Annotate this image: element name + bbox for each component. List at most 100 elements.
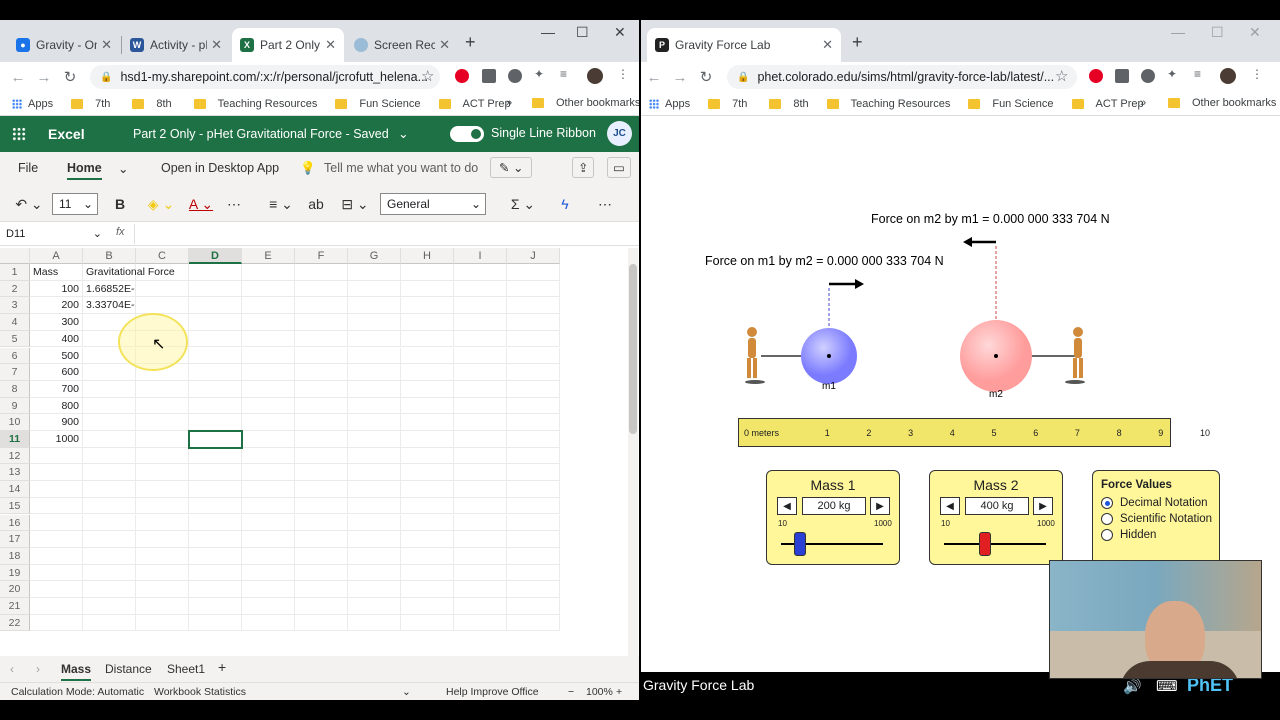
column-header-d[interactable]: D (189, 248, 242, 264)
cell[interactable]: 1000 (30, 431, 83, 448)
cell[interactable] (136, 581, 189, 598)
cell[interactable] (295, 514, 348, 532)
cell[interactable] (189, 497, 242, 515)
row-header[interactable]: 5 (0, 330, 30, 348)
close-icon[interactable]: ✕ (101, 37, 112, 53)
bookmark-folder[interactable]: Teaching Resources (826, 98, 950, 110)
cell[interactable] (242, 330, 295, 348)
cell[interactable] (242, 314, 295, 331)
zoom-out-icon[interactable]: − (568, 686, 574, 698)
back-icon[interactable]: ← (5, 69, 31, 86)
cell[interactable] (454, 464, 507, 482)
cell[interactable] (507, 380, 560, 398)
cell[interactable] (507, 280, 560, 298)
cell[interactable] (242, 531, 295, 548)
zoom-in-icon[interactable]: + (616, 686, 622, 698)
row-header[interactable]: 8 (0, 380, 30, 398)
cell[interactable] (348, 264, 401, 281)
cell[interactable] (242, 514, 295, 532)
cell[interactable] (507, 581, 560, 598)
cell[interactable] (507, 264, 560, 281)
forward-icon[interactable]: → (31, 69, 57, 86)
cell[interactable] (189, 380, 242, 398)
number-format-select[interactable]: General ⌄ (380, 193, 486, 215)
name-box[interactable]: D11 ⌄ (4, 225, 104, 243)
radio-decimal-notation[interactable]: Decimal Notation (1101, 497, 1208, 509)
cell[interactable] (83, 364, 136, 381)
cell[interactable] (401, 464, 454, 482)
sheet-prev-icon[interactable]: ‹ (10, 662, 14, 676)
bookmark-folder[interactable]: 7th (708, 98, 747, 110)
close-icon[interactable]: ✕ (211, 37, 222, 53)
cell[interactable] (83, 397, 136, 415)
column-header-a[interactable]: A (30, 248, 83, 264)
cell[interactable] (401, 447, 454, 465)
menu-icon[interactable]: ⋮ (617, 67, 629, 81)
cell[interactable] (136, 464, 189, 482)
undo-icon[interactable]: ↶ ⌄ (14, 194, 44, 214)
bookmark-folder[interactable]: Fun Science (335, 98, 421, 110)
bold-button[interactable]: B (110, 194, 130, 214)
cell[interactable] (189, 481, 242, 498)
cell[interactable] (136, 414, 189, 431)
close-icon[interactable]: ✕ (822, 37, 833, 53)
row-header[interactable]: 19 (0, 564, 30, 582)
cell[interactable] (30, 531, 83, 548)
cell[interactable]: 3.33704E-07 (83, 297, 136, 315)
cell[interactable] (83, 447, 136, 465)
cell[interactable] (30, 598, 83, 615)
cell[interactable] (242, 297, 295, 315)
cell[interactable] (83, 598, 136, 615)
cell[interactable] (507, 397, 560, 415)
cell[interactable] (189, 514, 242, 532)
row-header[interactable]: 9 (0, 397, 30, 415)
cell[interactable] (189, 598, 242, 615)
cell[interactable] (189, 297, 242, 315)
row-header[interactable]: 15 (0, 497, 30, 515)
cell[interactable] (242, 497, 295, 515)
maximize-button[interactable]: ☐ (576, 24, 589, 41)
row-header[interactable]: 10 (0, 414, 30, 431)
row-header[interactable]: 16 (0, 514, 30, 532)
cell[interactable] (454, 447, 507, 465)
open-in-desktop-button[interactable]: Open in Desktop App (161, 161, 279, 175)
cell[interactable] (242, 280, 295, 298)
new-tab-button[interactable]: + (852, 32, 863, 53)
cell[interactable] (295, 347, 348, 365)
bookmark-star-icon[interactable]: ☆ (1055, 67, 1068, 85)
row-header[interactable]: 12 (0, 447, 30, 465)
cell[interactable] (295, 614, 348, 632)
cell[interactable] (454, 581, 507, 598)
cell[interactable] (242, 414, 295, 431)
row-header[interactable]: 7 (0, 364, 30, 381)
puzzle-icon[interactable]: ✦ (534, 67, 544, 81)
cell[interactable] (242, 364, 295, 381)
selected-cell-d11[interactable] (188, 430, 243, 449)
cell[interactable] (401, 481, 454, 498)
tab-part2[interactable]: X Part 2 Only - ✕ (232, 28, 344, 62)
cell[interactable] (401, 547, 454, 565)
bookmarks-overflow[interactable]: » (506, 97, 512, 109)
puzzle-icon[interactable]: ✦ (1167, 67, 1177, 81)
cell[interactable] (295, 447, 348, 465)
app-launcher-icon[interactable] (12, 127, 26, 141)
cell[interactable]: 800 (30, 397, 83, 415)
cell[interactable] (83, 581, 136, 598)
row-header[interactable]: 14 (0, 481, 30, 498)
mass-1-increase-button[interactable]: ▶ (870, 497, 890, 515)
cell[interactable]: 200 (30, 297, 83, 315)
cell[interactable] (401, 397, 454, 415)
cell[interactable] (242, 397, 295, 415)
cell[interactable] (242, 380, 295, 398)
close-window-button[interactable]: ✕ (614, 24, 626, 41)
column-header-h[interactable]: H (401, 248, 454, 264)
cell[interactable] (348, 447, 401, 465)
cell[interactable] (189, 364, 242, 381)
profile-avatar[interactable] (1220, 68, 1236, 84)
cell[interactable] (401, 431, 454, 448)
pinterest-icon[interactable] (455, 69, 469, 83)
row-header[interactable]: 21 (0, 598, 30, 615)
cell[interactable] (295, 414, 348, 431)
cell[interactable] (189, 314, 242, 331)
cell[interactable]: 500 (30, 347, 83, 365)
